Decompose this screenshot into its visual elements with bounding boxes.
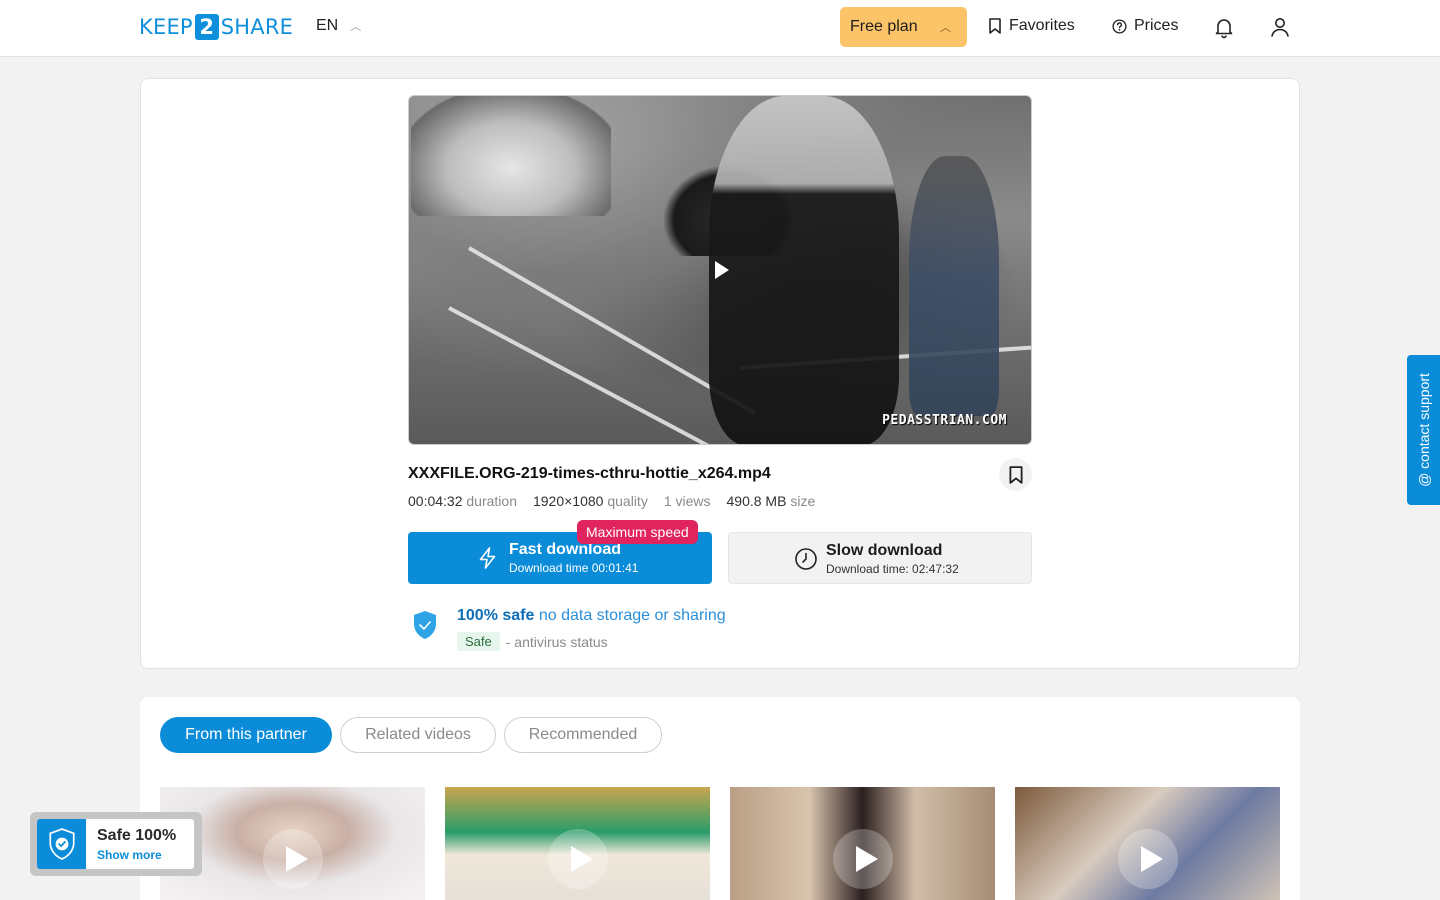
- chevron-up-icon: ︿: [350, 21, 362, 33]
- video-frame-detail: [909, 156, 999, 416]
- play-icon[interactable]: [715, 261, 729, 279]
- video-preview[interactable]: PEDASSTRIAN.COM: [408, 95, 1032, 445]
- meta-quality: 1920×1080 quality: [532, 493, 648, 509]
- user-icon[interactable]: [1268, 15, 1292, 39]
- video-thumbnail[interactable]: [445, 787, 710, 900]
- play-icon[interactable]: [262, 829, 323, 889]
- antivirus-status: Safe - antivirus status: [457, 632, 608, 651]
- bell-icon[interactable]: [1212, 15, 1236, 39]
- show-more-link[interactable]: Show more: [97, 848, 162, 862]
- help-circle-icon: [1112, 18, 1127, 34]
- logo-text-right: SHARE: [220, 15, 294, 39]
- add-to-favorites-button[interactable]: [999, 458, 1032, 491]
- favorites-link[interactable]: Favorites: [988, 17, 1075, 35]
- file-name: XXXFILE.ORG-219-times-cthru-hottie_x264.…: [408, 465, 771, 482]
- fast-download-time: Download time 00:01:41: [509, 561, 639, 575]
- contact-support-label: @ contact support: [1415, 373, 1432, 487]
- shield-check-icon: [37, 819, 86, 869]
- slow-download-title: Slow download: [826, 542, 943, 559]
- lightning-icon: [479, 547, 496, 569]
- video-thumbnail[interactable]: [1015, 787, 1280, 900]
- video-thumbnail[interactable]: [730, 787, 995, 900]
- keep2share-logo[interactable]: KEEP 2 SHARE: [139, 14, 293, 40]
- antivirus-status-label: - antivirus status: [505, 633, 608, 650]
- max-speed-badge: Maximum speed: [577, 520, 698, 544]
- play-icon[interactable]: [1117, 829, 1178, 889]
- language-selector[interactable]: EN ︿: [316, 17, 361, 35]
- contact-support-tab[interactable]: @ contact support: [1407, 355, 1440, 505]
- safe-widget[interactable]: Safe 100% Show more: [30, 812, 202, 876]
- play-icon[interactable]: [832, 829, 893, 889]
- logo-text-left: KEEP: [139, 15, 193, 39]
- safe-widget-title: Safe 100%: [97, 827, 177, 844]
- tab-from-this-partner[interactable]: From this partner: [160, 717, 332, 753]
- meta-views: 1 views: [663, 493, 711, 509]
- top-header: KEEP 2 SHARE EN ︿ Free plan ︿ Favorites …: [0, 0, 1440, 57]
- plan-label: Free plan: [850, 18, 918, 35]
- shield-check-icon: [414, 611, 436, 639]
- tab-recommended[interactable]: Recommended: [504, 717, 662, 753]
- bookmark-icon: [1008, 465, 1023, 484]
- safe-widget-body: Safe 100% Show more: [37, 819, 194, 869]
- video-frame-detail: [709, 96, 899, 444]
- language-label: EN: [316, 17, 339, 34]
- antivirus-badge: Safe: [457, 632, 500, 651]
- video-frame-detail: [411, 96, 611, 216]
- slow-download-button[interactable]: Slow download Download time: 02:47:32: [728, 532, 1032, 584]
- play-icon[interactable]: [547, 829, 608, 889]
- file-meta: 00:04:32 duration 1920×1080 quality 1 vi…: [408, 493, 815, 509]
- bookmark-icon: [989, 18, 1001, 34]
- prices-label: Prices: [1134, 17, 1179, 34]
- meta-duration: 00:04:32 duration: [408, 493, 517, 509]
- safety-statement: 100% safe no data storage or sharing: [457, 607, 726, 624]
- free-plan-button[interactable]: Free plan ︿: [840, 7, 967, 47]
- favorites-label: Favorites: [1009, 17, 1075, 34]
- meta-size: 490.8 MB size: [726, 493, 816, 509]
- clock-icon: [795, 548, 817, 570]
- logo-number: 2: [194, 14, 219, 40]
- prices-link[interactable]: Prices: [1112, 17, 1178, 35]
- slow-download-time: Download time: 02:47:32: [826, 562, 959, 576]
- video-watermark: PEDASSTRIAN.COM: [882, 413, 1007, 428]
- tab-related-videos[interactable]: Related videos: [340, 717, 496, 753]
- chevron-up-icon: ︿: [940, 22, 951, 34]
